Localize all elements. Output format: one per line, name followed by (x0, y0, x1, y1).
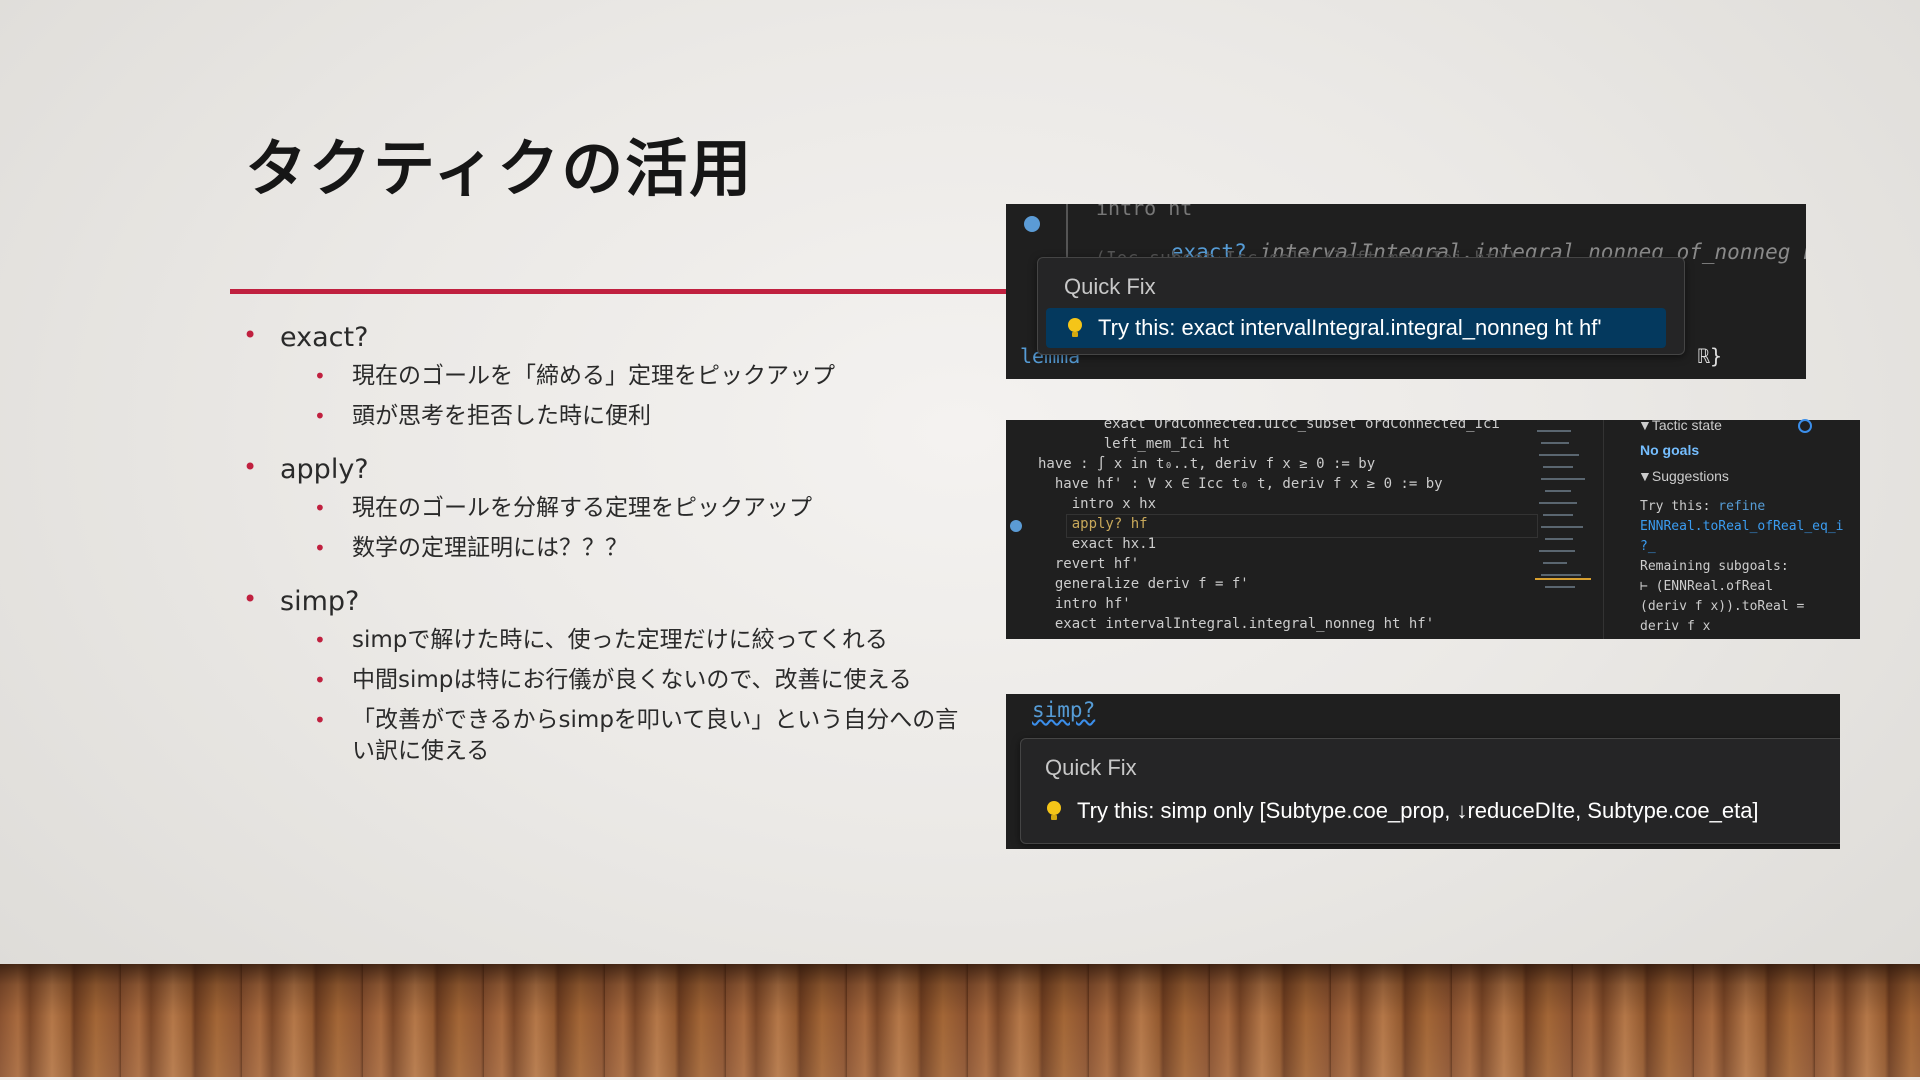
quickfix-suggestion[interactable]: Try this: simp only [Subtype.coe_prop, ↓… (1047, 793, 1759, 829)
code-line-apply: apply? hf (1038, 516, 1148, 532)
subgoal-line: deriv f x (1640, 619, 1711, 634)
sub-bullet-item: 数学の定理証明には？？？ (240, 533, 970, 564)
lean-infoview: ▼Tactic state No goals ▼Suggestions Try … (1603, 417, 1860, 639)
exact-screenshot: intro ht exact? intervalIntegral.integra… (1006, 204, 1806, 379)
quickfix-popup: Quick Fix Try this: simp only [Subtype.c… (1020, 738, 1840, 844)
bullet-item: apply? (240, 453, 970, 485)
quickfix-suggestion[interactable]: Try this: exact intervalIntegral.integra… (1046, 308, 1666, 348)
suggestion-prefix: Try this: (1640, 499, 1719, 514)
bullet-item: simp? (240, 585, 970, 617)
bullet-group-apply: apply? 現在のゴールを分解する定理をピックアップ 数学の定理証明には？？？ (240, 453, 970, 564)
code-line: exact intervalIntegral.integral_nonneg h… (1038, 616, 1435, 632)
simp-keyword: simp? (1032, 698, 1096, 722)
quickfix-title: Quick Fix (1064, 274, 1156, 299)
code-line: exact hx.1 (1038, 536, 1157, 552)
lemma-tail: ℝ} (1698, 344, 1723, 368)
tactic-state-header[interactable]: ▼Tactic state (1638, 417, 1722, 433)
sub-bullet-item: 「改善ができるからsimpを叩いて良い」という自分への言い訳に使える (240, 705, 970, 767)
bullet-list: exact? 現在のゴールを「締める」定理をピックアップ 頭が思考を拒否した時に… (240, 321, 970, 789)
suggestion-line: Try this: refine (1640, 499, 1765, 514)
remaining-subgoals-label: Remaining subgoals: (1640, 559, 1789, 574)
code-line: have : ∫ x in t₀..t, deriv f x ≥ 0 := by (1038, 456, 1376, 472)
slide-title: タクティクの活用 (245, 132, 754, 205)
lightbulb-icon (1047, 801, 1061, 821)
quickfix-suggestion-text: Try this: exact intervalIntegral.integra… (1098, 315, 1602, 340)
floor-shadow (0, 964, 1920, 1080)
bullet-item: exact? (240, 321, 970, 353)
suggestions-header[interactable]: ▼Suggestions (1638, 468, 1729, 484)
lightbulb-icon[interactable] (1024, 216, 1040, 232)
sub-bullet-item: 現在のゴールを「締める」定理をピックアップ (240, 361, 970, 392)
sub-bullet-item: 中間simpは特にお行儀が良くないので、改善に使える (240, 665, 970, 696)
lightbulb-icon (1068, 318, 1082, 338)
no-goals-text: No goals (1640, 442, 1700, 458)
code-line: generalize deriv f = f' (1038, 576, 1249, 592)
code-line: intro x hx (1038, 496, 1157, 512)
code-line: left_mem_Ici ht (1070, 436, 1231, 452)
suggestion-keyword: refine (1718, 499, 1766, 514)
sub-bullet-item: 現在のゴールを分解する定理をピックアップ (240, 493, 970, 524)
simp-screenshot: simp? Quick Fix Try this: simp only [Sub… (1006, 694, 1840, 849)
code-line: intro hf' (1038, 596, 1131, 612)
quickfix-popup: Quick Fix Try this: exact intervalIntegr… (1037, 257, 1685, 355)
suggestion-link[interactable]: ?_ (1640, 539, 1656, 554)
gear-icon[interactable] (1798, 419, 1812, 433)
suggestion-link[interactable]: ENNReal.toReal_ofReal_eq_i (1640, 519, 1844, 534)
code-line: exact OrdConnected.uIcc_subset ordConnec… (1070, 420, 1500, 432)
bullet-group-exact: exact? 現在のゴールを「締める」定理をピックアップ 頭が思考を拒否した時に… (240, 321, 970, 432)
title-accent-line (230, 289, 1008, 294)
quickfix-title: Quick Fix (1045, 755, 1137, 780)
subgoal-line: (deriv f x)).toReal = (1640, 599, 1805, 614)
indent-guide (1066, 204, 1068, 264)
slide: タクティクの活用 exact? 現在のゴールを「締める」定理をピックアップ 頭が… (0, 0, 1920, 1080)
sub-bullet-item: 頭が思考を拒否した時に便利 (240, 401, 970, 432)
quickfix-suggestion-text: Try this: simp only [Subtype.coe_prop, ↓… (1077, 798, 1759, 823)
code-line: have hf' : ∀ x ∈ Icc t₀ t, deriv f x ≥ 0… (1038, 476, 1443, 492)
subgoal-line: ⊢ (ENNReal.ofReal (1640, 579, 1774, 594)
minimap-marker (1535, 578, 1591, 580)
bullet-group-simp: simp? simpで解けた時に、使った定理だけに絞ってくれる 中間simpは特… (240, 585, 970, 767)
editor-minimap[interactable] (1535, 420, 1591, 639)
sub-bullet-item: simpで解けた時に、使った定理だけに絞ってくれる (240, 625, 970, 656)
code-line: revert hf' (1038, 556, 1140, 572)
lightbulb-icon[interactable] (1010, 520, 1022, 532)
